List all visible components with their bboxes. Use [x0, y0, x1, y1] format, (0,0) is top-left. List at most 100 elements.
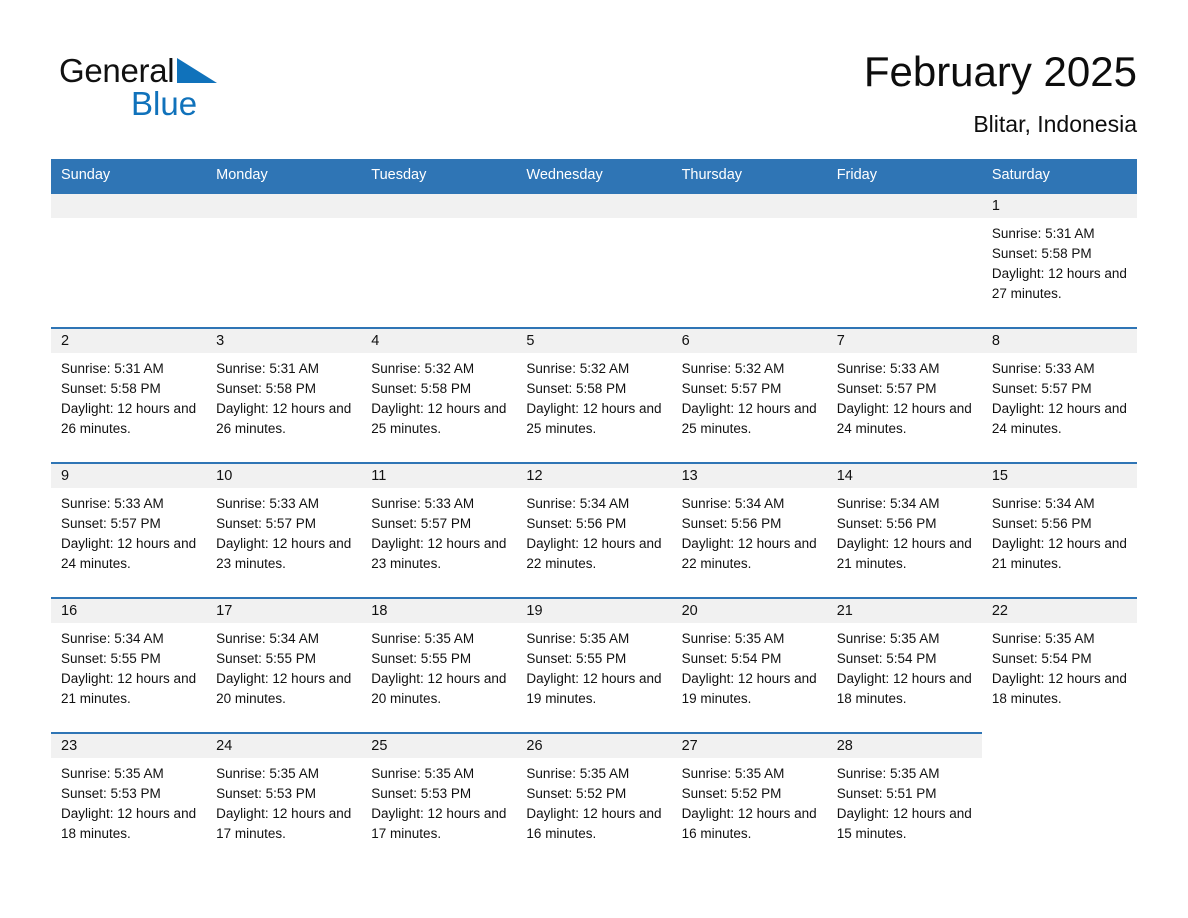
day-cell[interactable]: 7 Sunrise: 5:33 AM Sunset: 5:57 PM Daylight…: [826, 326, 982, 462]
sunset-text: Sunset: 5:57 PM: [61, 515, 161, 531]
calendar-cell: [206, 191, 362, 327]
calendar-week-row: 2 Sunrise: 5:31 AM Sunset: 5:58 PM Daylight…: [51, 326, 1137, 462]
weekday-header-monday: Monday: [206, 159, 362, 192]
day-cell[interactable]: 11 Sunrise: 5:33 AM Sunset: 5:57 PM Dayligh…: [361, 461, 517, 597]
sunrise-text: Sunrise: 5:31 AM: [61, 360, 164, 376]
day-cell[interactable]: 28 Sunrise: 5:35 AM Sunset: 5:51 PM Dayligh…: [826, 731, 982, 867]
calendar-cell: 5 Sunrise: 5:32 AM Sunset: 5:58 PM Daylight…: [516, 326, 672, 462]
location-subtitle: Blitar, Indonesia: [973, 111, 1137, 137]
sunrise-text: Sunrise: 5:35 AM: [991, 630, 1095, 646]
day-cell[interactable]: 16 Sunrise: 5:34 AM Sunset: 5:55 PM Dayligh…: [51, 596, 207, 732]
day-details: Sunrise: 5:35 AM Sunset: 5:52 PM Daylight:…: [672, 758, 827, 844]
day-number: 10: [206, 463, 362, 488]
calendar-week-row: 9 Sunrise: 5:33 AM Sunset: 5:57 PM Daylight…: [51, 461, 1137, 597]
day-cell[interactable]: 26 Sunrise: 5:35 AM Sunset: 5:52 PM Dayligh…: [516, 731, 672, 867]
sunset-text: Sunset: 5:57 PM: [681, 380, 782, 396]
day-cell[interactable]: 19 Sunrise: 5:35 AM Sunset: 5:55 PM Dayligh…: [516, 596, 672, 732]
day-cell[interactable]: 13 Sunrise: 5:34 AM Sunset: 5:56 PM Dayligh…: [671, 461, 827, 597]
day-number: 19: [516, 598, 672, 623]
calendar-cell: 17 Sunrise: 5:34 AM Sunset: 5:55 PM Dayligh…: [206, 596, 362, 732]
sunrise-text: Sunrise: 5:34 AM: [681, 495, 785, 511]
sunset-text: Sunset: 5:56 PM: [991, 515, 1092, 531]
calendar-cell: 1 Sunrise: 5:31 AM Sunset: 5:58 PM Daylight…: [981, 191, 1137, 327]
day-cell[interactable]: 27 Sunrise: 5:35 AM Sunset: 5:52 PM Dayligh…: [671, 731, 827, 867]
day-number: 28: [826, 733, 982, 758]
calendar-cell: 3 Sunrise: 5:31 AM Sunset: 5:58 PM Daylight…: [206, 326, 362, 462]
day-details: Sunrise: 5:35 AM Sunset: 5:51 PM Daylight:…: [827, 758, 982, 844]
day-details: Sunrise: 5:35 AM Sunset: 5:53 PM Daylight:…: [361, 758, 516, 844]
day-cell[interactable]: 14 Sunrise: 5:34 AM Sunset: 5:56 PM Dayligh…: [826, 461, 982, 597]
sunset-text: Sunset: 5:52 PM: [681, 785, 782, 801]
calendar-cell: [826, 191, 982, 327]
sunset-text: Sunset: 5:53 PM: [216, 785, 316, 801]
day-cell[interactable]: 20 Sunrise: 5:35 AM Sunset: 5:54 PM Dayligh…: [671, 596, 827, 732]
calendar-week-row: 16 Sunrise: 5:34 AM Sunset: 5:55 PM Dayligh…: [51, 596, 1137, 732]
day-number: 21: [826, 598, 982, 623]
sunset-text: Sunset: 5:51 PM: [836, 785, 937, 801]
day-cell[interactable]: 15 Sunrise: 5:34 AM Sunset: 5:56 PM Dayligh…: [981, 461, 1137, 597]
day-number: 4: [361, 328, 517, 353]
calendar-cell: 9 Sunrise: 5:33 AM Sunset: 5:57 PM Daylight…: [51, 461, 207, 597]
sunset-text: Sunset: 5:58 PM: [526, 380, 627, 396]
sunrise-text: Sunrise: 5:35 AM: [681, 630, 785, 646]
day-cell[interactable]: 25 Sunrise: 5:35 AM Sunset: 5:53 PM Dayligh…: [361, 731, 517, 867]
calendar-page: General Blue February 2025 Blitar, Indon…: [0, 0, 1188, 918]
day-cell[interactable]: 2 Sunrise: 5:31 AM Sunset: 5:58 PM Daylight…: [51, 326, 207, 462]
day-number: 14: [826, 463, 982, 488]
day-cell[interactable]: 17 Sunrise: 5:34 AM Sunset: 5:55 PM Dayligh…: [206, 596, 362, 732]
weekday-header-tuesday: Tuesday: [361, 159, 517, 192]
sunset-text: Sunset: 5:57 PM: [216, 515, 316, 531]
title-block: February 2025 Blitar, Indonesia: [864, 48, 1137, 138]
day-cell[interactable]: 1 Sunrise: 5:31 AM Sunset: 5:58 PM Daylight…: [981, 191, 1137, 327]
calendar-cell: 14 Sunrise: 5:34 AM Sunset: 5:56 PM Dayligh…: [826, 461, 982, 597]
weekday-header-sunday: Sunday: [51, 159, 207, 192]
day-details: Sunrise: 5:32 AM Sunset: 5:58 PM Daylight:…: [361, 353, 516, 439]
daylight-text: Daylight: 12 hours and 21 minutes.: [836, 535, 972, 571]
day-cell[interactable]: 22 Sunrise: 5:35 AM Sunset: 5:54 PM Dayligh…: [981, 596, 1137, 732]
day-cell[interactable]: 3 Sunrise: 5:31 AM Sunset: 5:58 PM Daylight…: [206, 326, 362, 462]
sunrise-text: Sunrise: 5:34 AM: [991, 495, 1095, 511]
sunset-text: Sunset: 5:57 PM: [371, 515, 472, 531]
day-number: 23: [51, 733, 207, 758]
day-cell[interactable]: 12 Sunrise: 5:34 AM Sunset: 5:56 PM Dayligh…: [516, 461, 672, 597]
sunrise-text: Sunrise: 5:33 AM: [836, 360, 940, 376]
day-cell[interactable]: 8 Sunrise: 5:33 AM Sunset: 5:57 PM Daylight…: [981, 326, 1137, 462]
day-number: 9: [51, 463, 207, 488]
daylight-text: Daylight: 12 hours and 27 minutes.: [991, 265, 1127, 301]
day-cell[interactable]: 10 Sunrise: 5:33 AM Sunset: 5:57 PM Dayligh…: [206, 461, 362, 597]
day-cell-empty: [206, 191, 362, 327]
day-details: Sunrise: 5:33 AM Sunset: 5:57 PM Daylight:…: [206, 488, 361, 574]
daylight-text: Daylight: 12 hours and 26 minutes.: [216, 400, 352, 436]
calendar-cell: 27 Sunrise: 5:35 AM Sunset: 5:52 PM Dayligh…: [671, 731, 827, 867]
sunset-text: Sunset: 5:56 PM: [526, 515, 627, 531]
page-title: February 2025: [863, 48, 1137, 95]
day-cell[interactable]: 9 Sunrise: 5:33 AM Sunset: 5:57 PM Daylight…: [51, 461, 207, 597]
day-number: 12: [516, 463, 672, 488]
daylight-text: Daylight: 12 hours and 16 minutes.: [681, 805, 817, 841]
day-cell[interactable]: 23 Sunrise: 5:35 AM Sunset: 5:53 PM Dayligh…: [51, 731, 207, 867]
day-number: [51, 193, 207, 218]
logo-text-general: General: [59, 52, 175, 89]
day-cell[interactable]: 5 Sunrise: 5:32 AM Sunset: 5:58 PM Daylight…: [516, 326, 672, 462]
calendar-cell: 11 Sunrise: 5:33 AM Sunset: 5:57 PM Dayligh…: [361, 461, 517, 597]
day-details: Sunrise: 5:31 AM Sunset: 5:58 PM Daylight:…: [51, 353, 206, 439]
sunrise-text: Sunrise: 5:32 AM: [371, 360, 475, 376]
day-details: Sunrise: 5:31 AM Sunset: 5:58 PM Daylight:…: [206, 353, 361, 439]
calendar-cell: 6 Sunrise: 5:32 AM Sunset: 5:57 PM Daylight…: [671, 326, 827, 462]
day-cell[interactable]: 6 Sunrise: 5:32 AM Sunset: 5:57 PM Daylight…: [671, 326, 827, 462]
day-cell[interactable]: 21 Sunrise: 5:35 AM Sunset: 5:54 PM Dayligh…: [826, 596, 982, 732]
day-details: Sunrise: 5:33 AM Sunset: 5:57 PM Daylight:…: [982, 353, 1137, 439]
daylight-text: Daylight: 12 hours and 15 minutes.: [836, 805, 972, 841]
day-number: [516, 193, 672, 218]
calendar-cell: 20 Sunrise: 5:35 AM Sunset: 5:54 PM Dayligh…: [671, 596, 827, 732]
day-number: [206, 193, 362, 218]
sunset-text: Sunset: 5:54 PM: [681, 650, 782, 666]
day-cell[interactable]: 18 Sunrise: 5:35 AM Sunset: 5:55 PM Dayligh…: [361, 596, 517, 732]
day-number: 16: [51, 598, 207, 623]
sunrise-text: Sunrise: 5:34 AM: [216, 630, 319, 646]
sunset-text: Sunset: 5:52 PM: [526, 785, 627, 801]
calendar-cell: 24 Sunrise: 5:35 AM Sunset: 5:53 PM Dayligh…: [206, 731, 362, 867]
day-cell[interactable]: 4 Sunrise: 5:32 AM Sunset: 5:58 PM Daylight…: [361, 326, 517, 462]
day-cell[interactable]: 24 Sunrise: 5:35 AM Sunset: 5:53 PM Dayligh…: [206, 731, 362, 867]
sunrise-text: Sunrise: 5:35 AM: [61, 765, 164, 781]
